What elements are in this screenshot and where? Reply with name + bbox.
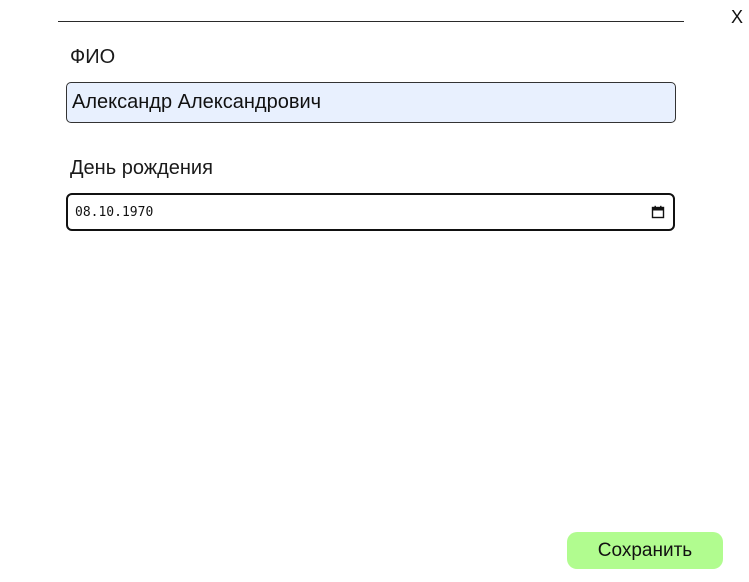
- birthday-label: День рождения: [70, 157, 213, 179]
- calendar-icon[interactable]: [651, 205, 665, 219]
- fio-input[interactable]: Александр Александрович: [66, 82, 676, 123]
- header-divider: [58, 21, 684, 22]
- save-button[interactable]: Сохранить: [567, 532, 723, 569]
- birthday-input-value: 08.10.1970: [75, 204, 154, 220]
- edit-person-dialog: X ФИО Александр Александрович День рожде…: [0, 0, 749, 582]
- birthday-date-input[interactable]: 08.10.1970: [66, 193, 675, 231]
- fio-input-value: Александр Александрович: [72, 91, 322, 113]
- fio-label: ФИО: [70, 46, 116, 68]
- close-button[interactable]: X: [726, 6, 748, 28]
